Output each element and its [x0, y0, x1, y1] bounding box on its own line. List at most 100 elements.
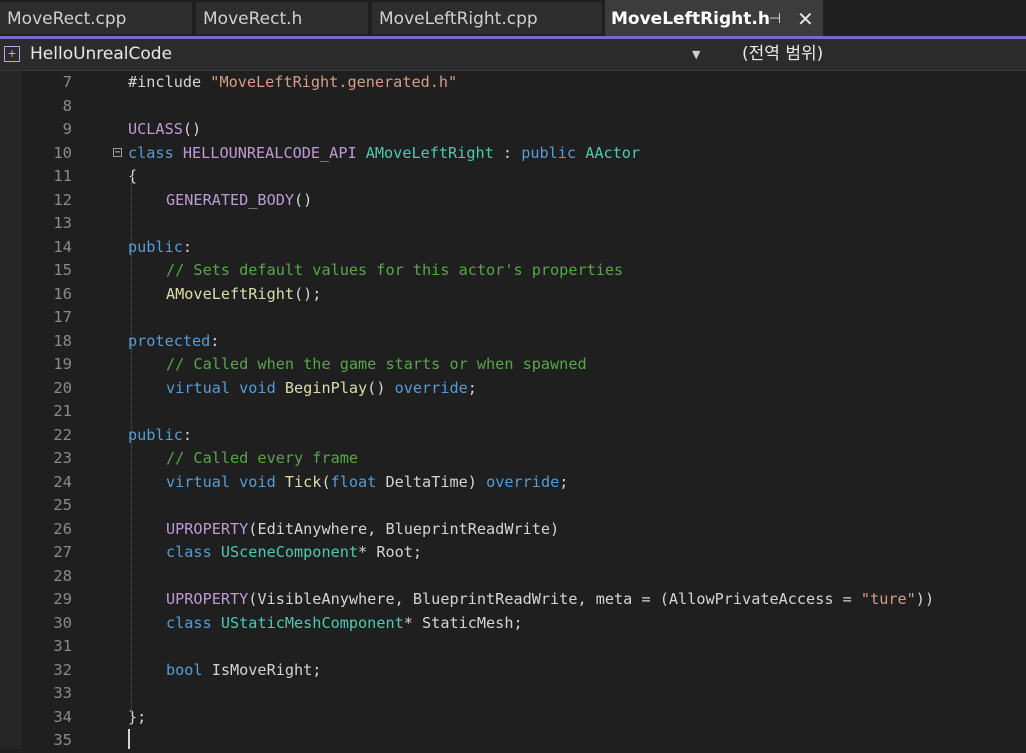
- code-token: class: [128, 143, 183, 162]
- code-token: GENERATED_BODY: [166, 190, 295, 209]
- code-text: // Called every frame: [166, 447, 358, 471]
- code-token: (: [321, 472, 331, 491]
- code-token: UCLASS: [128, 120, 183, 138]
- code-line[interactable]: 33: [0, 682, 1026, 706]
- code-line[interactable]: 32 bool IsMoveRight;: [0, 659, 1026, 683]
- code-editor[interactable]: 7 #include "MoveLeftRight.generated.h" 8 9 U…: [0, 71, 1026, 749]
- code-token: UPROPERTY: [166, 519, 249, 538]
- code-line[interactable]: 21: [0, 400, 1026, 424]
- code-text: virtual void Tick(float DeltaTime) overr…: [166, 471, 568, 495]
- code-text: {: [128, 165, 137, 189]
- code-text: // Sets default values for this actor's …: [166, 259, 623, 283]
- code-line[interactable]: 24 virtual void Tick(float DeltaTime) ove…: [0, 471, 1026, 495]
- code-line[interactable]: 28: [0, 565, 1026, 589]
- code-token: (): [182, 120, 202, 138]
- scope-dropdown[interactable]: (전역 범위): [718, 39, 1026, 70]
- code-token: // Called every frame: [166, 449, 359, 467]
- document-tab-bar: MoveRect.cpp MoveRect.h MoveLeftRight.cp…: [0, 0, 1026, 36]
- code-token: :: [182, 425, 193, 444]
- collapse-icon[interactable]: −: [113, 147, 122, 157]
- tab-moveleftright-cpp[interactable]: MoveLeftRight.cpp: [372, 2, 602, 34]
- line-number: 34: [53, 707, 72, 726]
- code-line[interactable]: 13: [0, 212, 1026, 236]
- close-icon[interactable]: ✕: [797, 0, 814, 36]
- code-line[interactable]: 30 class UStaticMeshComponent* StaticMesh…: [0, 612, 1026, 636]
- line-number: 15: [53, 261, 72, 279]
- code-token: (): [294, 190, 313, 209]
- code-token: Tick: [284, 472, 322, 491]
- line-number: 24: [53, 472, 72, 491]
- code-line[interactable]: 27 class USceneComponent* Root;: [0, 541, 1026, 565]
- code-text: #include "MoveLeftRight.generated.h": [128, 71, 457, 95]
- code-line[interactable]: 22 public:: [0, 424, 1026, 448]
- tab-label: MoveLeftRight.cpp: [379, 9, 538, 29]
- code-token: float: [330, 472, 386, 491]
- line-number: 26: [53, 519, 72, 538]
- line-number: 9: [62, 120, 72, 138]
- tab-moverect-h[interactable]: MoveRect.h: [196, 2, 368, 34]
- code-line[interactable]: 16 AMoveLeftRight();: [0, 283, 1026, 307]
- code-token: (): [367, 378, 395, 397]
- code-line[interactable]: 12 GENERATED_BODY(): [0, 189, 1026, 213]
- code-text: UCLASS(): [128, 118, 201, 142]
- line-number: 22: [53, 425, 72, 444]
- code-token: (EditAnywhere, BlueprintReadWrite): [248, 519, 560, 538]
- code-token: // Called when the game starts or when s…: [166, 355, 587, 373]
- code-token: UStaticMeshComponent: [220, 613, 404, 632]
- code-line[interactable]: 18 protected:: [0, 330, 1026, 354]
- code-line[interactable]: 15 // Sets default values for this actor'…: [0, 259, 1026, 283]
- code-text: class UStaticMeshComponent* StaticMesh;: [166, 612, 523, 636]
- line-number: 11: [53, 167, 72, 185]
- code-line[interactable]: 11 {: [0, 165, 1026, 189]
- code-line[interactable]: 23 // Called every frame: [0, 447, 1026, 471]
- code-line[interactable]: 25: [0, 494, 1026, 518]
- code-token: ): [467, 472, 487, 491]
- code-token: #include: [128, 73, 211, 91]
- code-line[interactable]: 8: [0, 95, 1026, 119]
- line-number: 8: [62, 96, 72, 115]
- code-token: class: [166, 613, 221, 632]
- code-line[interactable]: 26 UPROPERTY(EditAnywhere, BlueprintReadW…: [0, 518, 1026, 542]
- chevron-down-icon[interactable]: ▼: [692, 39, 700, 70]
- code-text: public:: [128, 236, 192, 260]
- code-line[interactable]: 17: [0, 306, 1026, 330]
- line-number: 12: [53, 190, 72, 209]
- code-token: override: [486, 472, 560, 491]
- line-number: 30: [53, 613, 72, 632]
- project-dropdown[interactable]: + HelloUnrealCode ▼: [0, 39, 708, 70]
- code-token: UPROPERTY: [166, 590, 249, 608]
- code-token: public: [521, 143, 586, 162]
- code-line[interactable]: 19 // Called when the game starts or when…: [0, 353, 1026, 377]
- code-token: protected: [128, 331, 211, 350]
- code-token: class: [166, 543, 221, 561]
- code-token: "MoveLeftRight.generated.h": [210, 73, 458, 91]
- code-line[interactable]: 7 #include "MoveLeftRight.generated.h": [0, 71, 1026, 95]
- code-text: // Called when the game starts or when s…: [166, 353, 587, 377]
- code-token: void: [239, 472, 285, 491]
- line-number: 27: [53, 543, 72, 561]
- line-number: 29: [53, 590, 72, 608]
- code-text: virtual void BeginPlay() override;: [166, 377, 477, 401]
- line-number: 7: [62, 73, 72, 91]
- tab-moverect-cpp[interactable]: MoveRect.cpp: [0, 2, 192, 34]
- scope-dropdown-label: (전역 범위): [742, 44, 824, 64]
- code-token: ;: [467, 378, 477, 397]
- code-line[interactable]: 20 virtual void BeginPlay() override;: [0, 377, 1026, 401]
- code-token: IsMoveRight;: [211, 660, 322, 679]
- tab-moveleftright-h[interactable]: MoveLeftRight.h ⊣ ✕: [605, 0, 823, 36]
- project-icon: +: [4, 46, 20, 62]
- line-number: 21: [53, 402, 72, 420]
- code-line[interactable]: 31: [0, 635, 1026, 659]
- code-line[interactable]: 10 − class HELLOUNREALCODE_API AMoveLeftRi…: [0, 142, 1026, 166]
- code-line[interactable]: 9 UCLASS(): [0, 118, 1026, 142]
- tab-label: MoveRect.cpp: [7, 9, 127, 29]
- line-number: 20: [53, 378, 72, 397]
- code-line[interactable]: 34};: [0, 706, 1026, 730]
- code-token: AActor: [585, 143, 641, 162]
- line-number: 25: [53, 496, 72, 514]
- navigation-bar: + HelloUnrealCode ▼ (전역 범위): [0, 39, 1026, 71]
- code-line[interactable]: 14 public:: [0, 236, 1026, 260]
- line-number: 17: [53, 308, 72, 326]
- code-line[interactable]: 29 UPROPERTY(VisibleAnywhere, BlueprintRe…: [0, 588, 1026, 612]
- pin-icon[interactable]: ⊣: [769, 0, 781, 36]
